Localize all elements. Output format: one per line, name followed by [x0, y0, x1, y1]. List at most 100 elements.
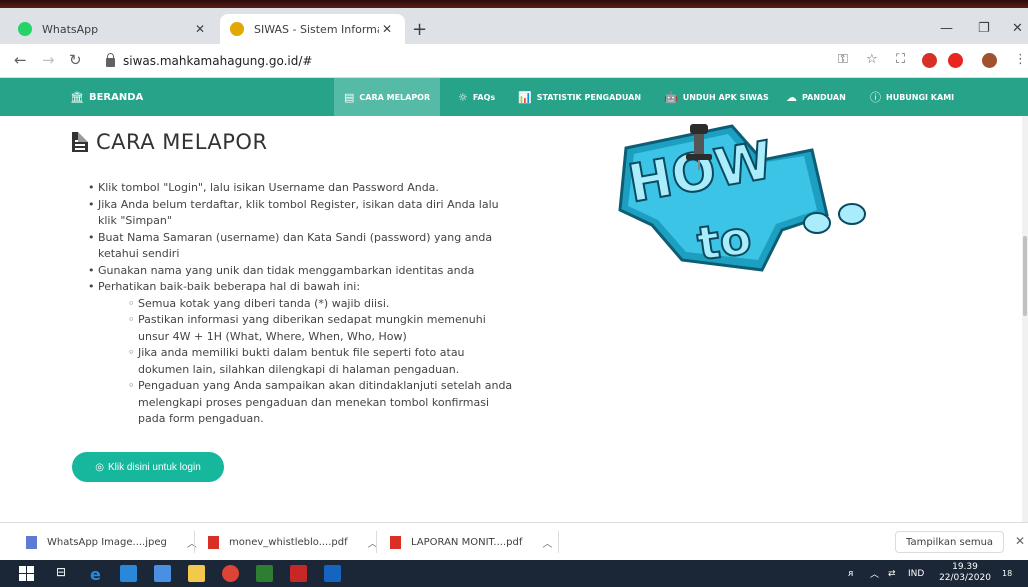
dot-shape — [838, 203, 866, 225]
word-icon[interactable] — [324, 565, 341, 582]
calculator-icon[interactable] — [154, 565, 171, 582]
back-arrow-icon[interactable]: ← — [14, 51, 27, 69]
tray-chevron-icon[interactable]: ︿ — [870, 560, 879, 587]
divider — [376, 531, 377, 553]
nav-unduh-apk[interactable]: 🤖 UNDUH APK SIWAS — [664, 78, 769, 116]
new-tab-button[interactable]: + — [412, 19, 427, 40]
clock-date: 22/03/2020 — [939, 573, 991, 583]
task-view-icon[interactable]: ⊟ — [56, 565, 73, 582]
network-icon[interactable]: ⇄ — [888, 560, 896, 587]
opera-icon[interactable] — [948, 53, 963, 68]
minimize-icon[interactable]: — — [940, 21, 953, 36]
lightbulb-icon: ☼ — [458, 90, 468, 104]
lock-icon — [106, 52, 115, 67]
chrome-icon[interactable] — [222, 565, 239, 582]
bar-chart-icon: 📊 — [518, 90, 532, 104]
login-button-label: Klik disini untuk login — [107, 461, 201, 473]
sub-list-item: Semua kotak yang diberi tanda (*) wajib … — [128, 296, 518, 313]
list-item: Gunakan nama yang unik dan tidak menggam… — [88, 263, 518, 280]
pdf-file-icon — [390, 535, 401, 549]
tab-whatsapp[interactable]: WhatsApp ✕ — [8, 14, 218, 44]
address-bar[interactable]: siwas.mahkamahagung.go.id/# — [96, 48, 886, 74]
download-filename: WhatsApp Image....jpeg — [47, 536, 167, 548]
android-icon: 🤖 — [664, 90, 678, 104]
download-item[interactable]: WhatsApp Image....jpeg ︿ — [26, 532, 197, 552]
star-icon[interactable]: ☆ — [866, 52, 878, 67]
nav-panduan[interactable]: ☁ PANDUAN — [786, 78, 846, 116]
extension-icon[interactable]: ⛶ — [896, 52, 905, 67]
url-text: siwas.mahkamahagung.go.id/# — [123, 54, 313, 68]
cloud-download-icon: ☁ — [786, 90, 797, 104]
profile-avatar[interactable] — [982, 53, 997, 68]
page-scrollbar[interactable] — [1022, 116, 1028, 522]
system-clock[interactable]: 19.39 22/03/2020 — [935, 562, 995, 584]
nav-label: STATISTIK PENGADUAN — [536, 92, 642, 102]
site-navigation-bar: 🏛 BERANDA ▤ CARA MELAPOR ☼ FAQs 📊 STATIS… — [0, 78, 1028, 116]
nav-faqs[interactable]: ☼ FAQs — [458, 78, 495, 116]
list-item-text: Perhatikan baik-baik beberapa hal di baw… — [98, 280, 361, 293]
divider — [558, 531, 559, 553]
how-to-illustration: HOW to — [618, 124, 866, 272]
download-item[interactable]: LAPORAN MONIT....pdf ︿ — [390, 532, 552, 552]
list-icon: ▤ — [344, 90, 355, 104]
sub-list-item: Pengaduan yang Anda sampaikan akan ditin… — [128, 378, 518, 428]
restore-icon[interactable]: ❐ — [978, 21, 990, 36]
menu-dots-icon[interactable]: ⋮ — [1014, 52, 1027, 67]
download-filename: LAPORAN MONIT....pdf — [411, 536, 523, 548]
show-all-downloads-button[interactable]: Tampilkan semua — [895, 531, 1005, 553]
pdf-file-icon — [208, 535, 219, 549]
nav-label: PANDUAN — [802, 92, 846, 102]
people-icon[interactable]: ᴙ — [848, 560, 853, 587]
language-indicator[interactable]: IND — [908, 560, 924, 587]
forward-arrow-icon[interactable]: → — [42, 51, 55, 69]
edge-browser-icon[interactable]: e — [90, 565, 107, 584]
notification-count: 18 — [1002, 569, 1013, 578]
file-explorer-icon[interactable] — [188, 565, 205, 582]
image-file-icon — [26, 535, 37, 549]
close-window-icon[interactable]: ✕ — [1012, 21, 1023, 36]
windows-start-icon[interactable] — [18, 565, 35, 582]
nav-beranda[interactable]: 🏛 BERANDA — [70, 78, 143, 116]
chevron-up-icon[interactable]: ︿ — [542, 535, 552, 550]
download-shelf: WhatsApp Image....jpeg ︿ monev_whistlebl… — [0, 522, 1028, 560]
nav-label: UNDUH APK SIWAS — [682, 92, 769, 102]
store-icon[interactable] — [120, 565, 137, 582]
info-icon: ⓘ — [870, 91, 881, 104]
tab-title: WhatsApp — [42, 22, 99, 36]
notification-center-icon[interactable]: 18 — [1002, 560, 1012, 587]
close-icon[interactable]: ✕ — [192, 22, 208, 36]
nav-label: BERANDA — [88, 91, 144, 103]
nav-label: HUBUNGI KAMI — [886, 92, 955, 102]
list-item: Jika Anda belum terdaftar, klik tombol R… — [88, 197, 518, 230]
reload-icon[interactable]: ↻ — [69, 51, 82, 69]
key-icon[interactable]: ⚿ — [838, 52, 848, 67]
browser-toolbar: ← → ↻ siwas.mahkamahagung.go.id/# ⚿ ☆ ⛶ … — [0, 44, 1028, 78]
acrobat-icon[interactable] — [290, 565, 307, 582]
close-icon[interactable]: ✕ — [1015, 534, 1025, 548]
browser-tab-strip: WhatsApp ✕ SIWAS - Sistem Informasi Peng… — [0, 8, 1028, 44]
siwas-logo-icon — [230, 22, 244, 36]
bank-icon: 🏛 — [70, 90, 84, 104]
login-button[interactable]: ◎ Klik disini untuk login — [72, 452, 224, 482]
document-icon — [72, 132, 88, 152]
page-content: CARA MELAPOR Klik tombol "Login", lalu i… — [0, 116, 1028, 522]
chevron-up-icon[interactable]: ︿ — [187, 535, 197, 550]
clock-time: 19.39 — [952, 562, 978, 572]
dot-shape — [803, 212, 831, 234]
nav-label: FAQs — [472, 92, 496, 102]
screen-top-border — [0, 0, 1028, 8]
nav-statistik-pengaduan[interactable]: 📊 STATISTIK PENGADUAN — [518, 78, 641, 116]
tab-siwas[interactable]: SIWAS - Sistem Informasi Pengad ✕ — [220, 14, 405, 44]
windows-taskbar: ⊟ e ᴙ ︿ ⇄ IND 19.39 22/03/2020 18 — [0, 560, 1028, 587]
nav-cara-melapor[interactable]: ▤ CARA MELAPOR — [334, 78, 441, 116]
download-filename: monev_whistleblo....pdf — [229, 536, 348, 548]
extension-badge-icon[interactable] — [922, 53, 937, 68]
sub-list-item: Jika anda memiliki bukti dalam bentuk fi… — [128, 345, 518, 378]
page-title: CARA MELAPOR — [72, 130, 268, 154]
excel-icon[interactable] — [256, 565, 273, 582]
list-item: Klik tombol "Login", lalu isikan Usernam… — [88, 180, 518, 197]
scrollbar-thumb[interactable] — [1023, 236, 1027, 316]
nav-hubungi-kami[interactable]: ⓘ HUBUNGI KAMI — [870, 78, 954, 116]
close-icon[interactable]: ✕ — [379, 22, 395, 36]
download-item[interactable]: monev_whistleblo....pdf ︿ — [208, 532, 378, 552]
